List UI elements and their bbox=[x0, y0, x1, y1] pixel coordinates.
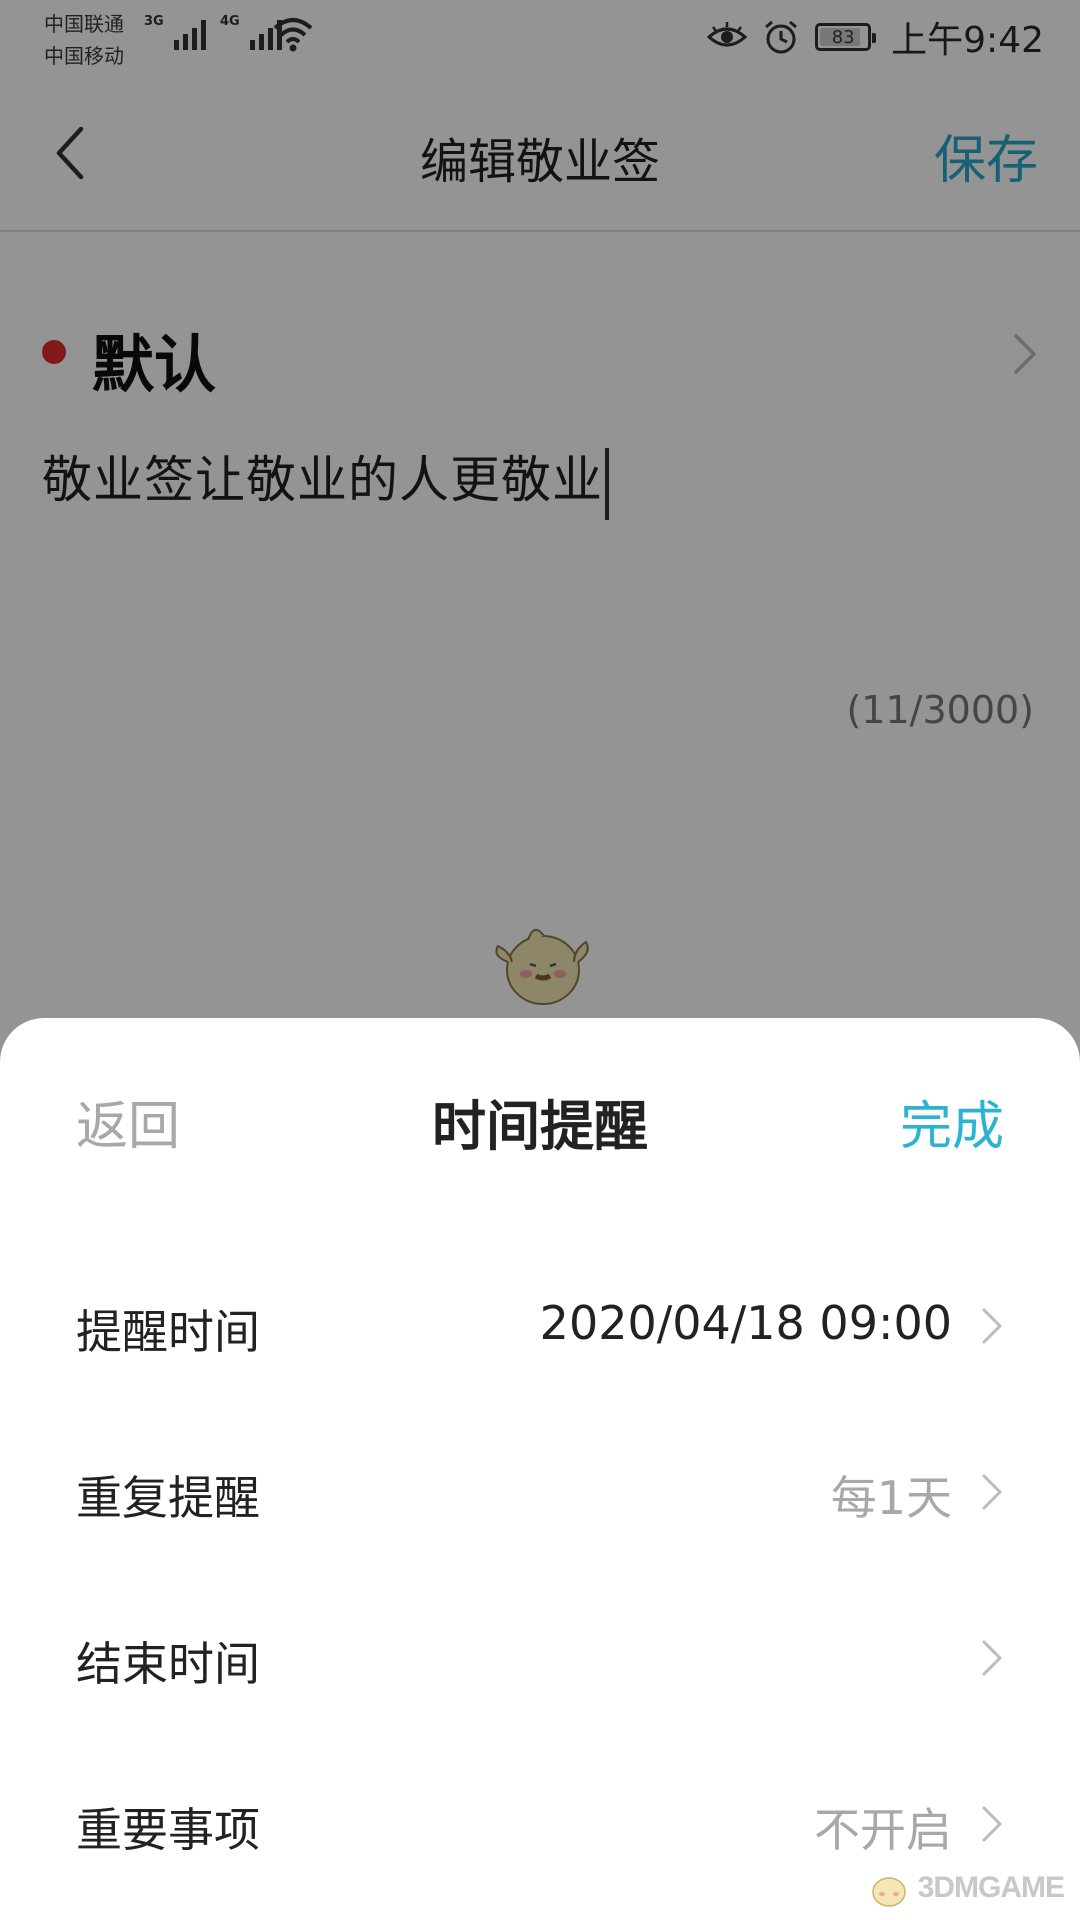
sheet-done-button[interactable]: 完成 bbox=[900, 1084, 1004, 1159]
chevron-right-icon bbox=[982, 1806, 1002, 1842]
chevron-right-icon bbox=[982, 1474, 1002, 1510]
battery-level: 83 bbox=[831, 26, 855, 48]
setting-row-reminder-time[interactable]: 提醒时间 2020/04/18 09:00 bbox=[0, 1266, 1080, 1386]
sheet-header: 返回 时间提醒 完成 bbox=[0, 1018, 1080, 1218]
setting-label: 提醒时间 bbox=[76, 1305, 260, 1359]
setting-value: 每1天 bbox=[830, 1471, 952, 1525]
time-reminder-sheet: 返回 时间提醒 完成 提醒时间 2020/04/18 09:00 重复提醒 每1… bbox=[0, 1018, 1080, 1920]
setting-row-end-time[interactable]: 结束时间 bbox=[0, 1598, 1080, 1718]
chevron-right-icon bbox=[982, 1308, 1002, 1344]
watermark-mascot-icon bbox=[871, 1877, 906, 1907]
setting-label: 重要事项 bbox=[76, 1803, 260, 1857]
setting-label: 重复提醒 bbox=[76, 1471, 260, 1525]
watermark: 3DMGAME bbox=[864, 1866, 1065, 1910]
setting-value: 2020/04/18 09:00 bbox=[539, 1296, 952, 1350]
chevron-right-icon bbox=[982, 1640, 1002, 1676]
watermark-text: 3DMGAME bbox=[917, 1871, 1065, 1904]
setting-value: 不开启 bbox=[814, 1803, 952, 1857]
setting-label: 结束时间 bbox=[76, 1637, 260, 1691]
setting-row-repeat[interactable]: 重复提醒 每1天 bbox=[0, 1432, 1080, 1552]
